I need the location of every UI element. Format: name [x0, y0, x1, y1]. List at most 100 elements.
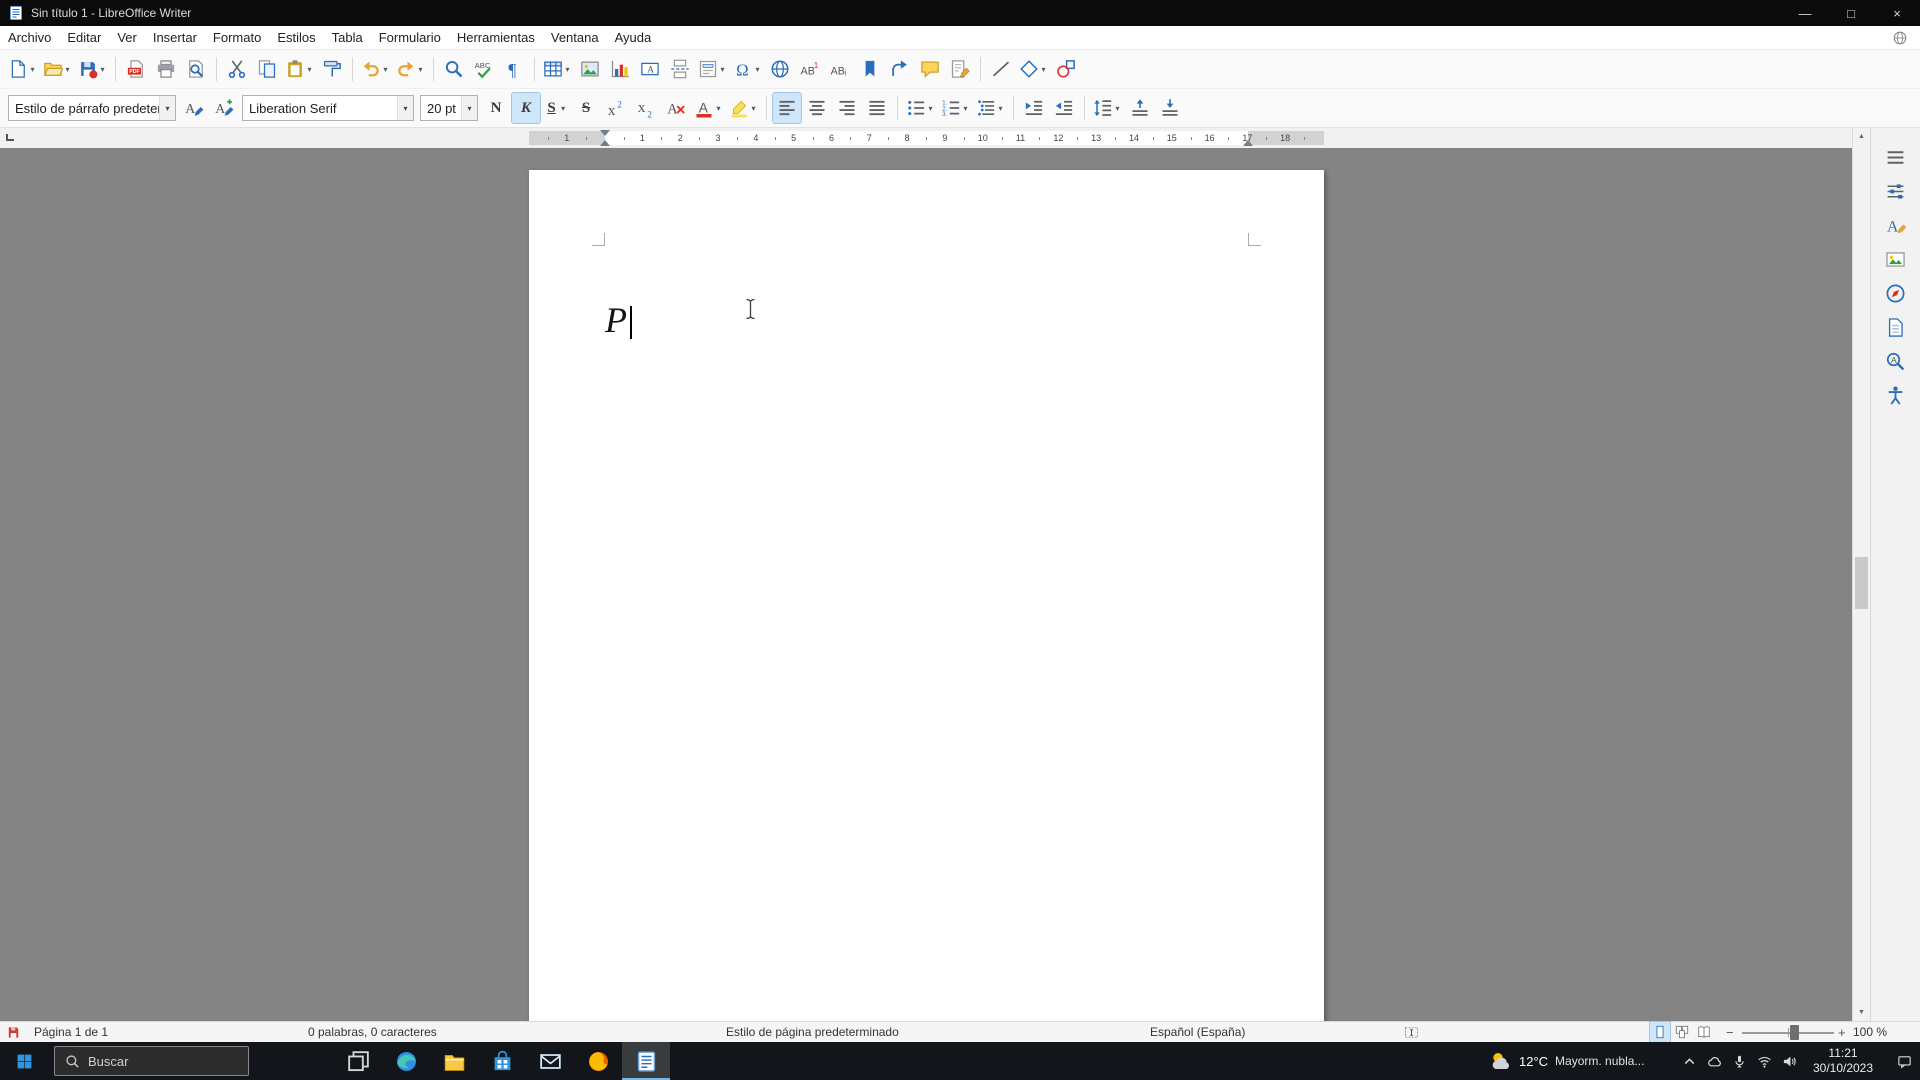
menu-tabla[interactable]: Tabla	[324, 26, 371, 49]
chevron-down-icon[interactable]: ▾	[961, 104, 970, 113]
chevron-down-icon[interactable]: ▾	[753, 65, 762, 74]
underline-button[interactable]: S ▾	[542, 93, 570, 123]
chevron-down-icon[interactable]: ▾	[63, 65, 72, 74]
volume-tray-icon[interactable]	[1778, 1042, 1800, 1080]
store-taskbar-button[interactable]	[478, 1042, 526, 1080]
paragraph-style-combo[interactable]: Estilo de párrafo predeterminado▾	[8, 95, 176, 121]
menu-formato[interactable]: Formato	[205, 26, 269, 49]
clear-formatting-button[interactable]: A	[662, 93, 690, 123]
update-style-button[interactable]: A	[180, 93, 208, 123]
font-size-combo[interactable]: 20 pt ▾	[420, 95, 478, 121]
document-page[interactable]: P	[529, 170, 1324, 1021]
chevron-down-icon[interactable]: ▾	[305, 65, 314, 74]
endnote-button[interactable]: AB i	[826, 54, 854, 84]
edge-taskbar-button[interactable]	[382, 1042, 430, 1080]
horizontal-ruler[interactable]: 1 1 2 3 4 5 6 7 8 9 10 11 12 13 14 15 16 17 18	[0, 128, 1852, 148]
chevron-down-icon[interactable]: ▾	[28, 65, 37, 74]
formatting-marks-button[interactable]: ¶	[500, 54, 528, 84]
subscript-button[interactable]: x2	[632, 93, 660, 123]
insert-field-button[interactable]: ▾	[696, 54, 729, 84]
ordered-list-button[interactable]: 1. 2. 3. ▾	[939, 93, 972, 123]
track-changes-button[interactable]	[946, 54, 974, 84]
export-pdf-button[interactable]: PDF	[122, 54, 150, 84]
properties-deck-tab[interactable]	[1871, 174, 1920, 208]
comment-button[interactable]	[916, 54, 944, 84]
menu-insertar[interactable]: Insertar	[145, 26, 205, 49]
chevron-down-icon[interactable]: ▾	[159, 96, 175, 120]
increase-indent-button[interactable]	[1020, 93, 1048, 123]
chevron-down-icon[interactable]: ▾	[714, 104, 723, 113]
scroll-up-arrow[interactable]: ▲	[1853, 128, 1870, 145]
footnote-button[interactable]: AB 1	[796, 54, 824, 84]
firefox-taskbar-button[interactable]	[574, 1042, 622, 1080]
outline-format-button[interactable]: ▾	[974, 93, 1007, 123]
cross-reference-button[interactable]	[886, 54, 914, 84]
align-justify-button[interactable]	[863, 93, 891, 123]
italic-button[interactable]: K	[511, 92, 541, 124]
save-button[interactable]: ▾	[76, 54, 109, 84]
insert-image-button[interactable]	[576, 54, 604, 84]
mail-taskbar-button[interactable]	[526, 1042, 574, 1080]
chevron-down-icon[interactable]: ▾	[461, 96, 477, 120]
chevron-down-icon[interactable]: ▾	[749, 104, 758, 113]
document-area[interactable]: P	[0, 148, 1852, 1021]
navigator-deck-tab[interactable]	[1871, 276, 1920, 310]
page-deck-tab[interactable]	[1871, 310, 1920, 344]
sidebar-settings-button[interactable]	[1871, 140, 1920, 174]
page-count-status[interactable]: Página 1 de 1	[34, 1022, 108, 1042]
weather-widget[interactable]: 12°C Mayorm. nubla...	[1490, 1042, 1644, 1080]
align-left-button[interactable]	[772, 92, 802, 124]
clone-formatting-button[interactable]	[318, 54, 346, 84]
zoom-slider[interactable]	[1742, 1022, 1834, 1042]
cut-button[interactable]	[223, 54, 251, 84]
save-status-icon[interactable]	[6, 1022, 21, 1042]
accessibility-check-deck-tab[interactable]	[1871, 378, 1920, 412]
zoom-in-button[interactable]: +	[1838, 1022, 1846, 1042]
chevron-down-icon[interactable]: ▾	[996, 104, 1005, 113]
vertical-scrollbar[interactable]: ▲ ▼	[1852, 128, 1870, 1021]
menu-ventana[interactable]: Ventana	[543, 26, 607, 49]
bold-button[interactable]: N	[482, 93, 510, 123]
menu-herramientas[interactable]: Herramientas	[449, 26, 543, 49]
font-color-button[interactable]: A ▾	[692, 93, 725, 123]
chevron-down-icon[interactable]: ▾	[718, 65, 727, 74]
chevron-down-icon[interactable]: ▾	[926, 104, 935, 113]
menu-ver[interactable]: Ver	[109, 26, 145, 49]
word-count-status[interactable]: 0 palabras, 0 caracteres	[308, 1022, 437, 1042]
chevron-down-icon[interactable]: ▾	[416, 65, 425, 74]
tray-expand-button[interactable]	[1678, 1042, 1700, 1080]
minimize-button[interactable]: —	[1782, 0, 1828, 26]
scrollbar-thumb[interactable]	[1855, 557, 1868, 609]
menu-archivo[interactable]: Archivo	[0, 26, 59, 49]
paste-button[interactable]: ▾	[283, 54, 316, 84]
microphone-tray-icon[interactable]	[1728, 1042, 1750, 1080]
writer-taskbar-button[interactable]	[622, 1042, 670, 1080]
line-spacing-button[interactable]: ▾	[1091, 93, 1124, 123]
unordered-list-button[interactable]: ▾	[904, 93, 937, 123]
decrease-paragraph-spacing-button[interactable]	[1156, 93, 1184, 123]
print-preview-button[interactable]	[182, 54, 210, 84]
chevron-down-icon[interactable]: ▾	[381, 65, 390, 74]
task-view-button[interactable]	[334, 1042, 382, 1080]
new-style-button[interactable]: A	[210, 93, 238, 123]
onedrive-tray-icon[interactable]	[1703, 1042, 1725, 1080]
zoom-slider-thumb[interactable]	[1789, 1025, 1799, 1040]
align-right-button[interactable]	[833, 93, 861, 123]
scroll-down-arrow[interactable]: ▼	[1853, 1004, 1870, 1021]
chevron-down-icon[interactable]: ▾	[98, 65, 107, 74]
hyperlink-button[interactable]	[766, 54, 794, 84]
menu-formulario[interactable]: Formulario	[371, 26, 449, 49]
close-button[interactable]: ×	[1874, 0, 1920, 26]
menu-estilos[interactable]: Estilos	[269, 26, 323, 49]
selection-mode-icon[interactable]	[1404, 1022, 1419, 1042]
undo-button[interactable]: ▾	[359, 54, 392, 84]
superscript-button[interactable]: x2	[602, 93, 630, 123]
menu-editar[interactable]: Editar	[59, 26, 109, 49]
chevron-down-icon[interactable]: ▾	[563, 65, 572, 74]
increase-paragraph-spacing-button[interactable]	[1126, 93, 1154, 123]
zoom-level-status[interactable]: 100 %	[1853, 1022, 1887, 1042]
chevron-down-icon[interactable]: ▾	[397, 96, 413, 120]
tab-stop-selector[interactable]	[2, 130, 17, 145]
clock-widget[interactable]: 11:21 30/10/2023	[1800, 1042, 1886, 1080]
gallery-deck-tab[interactable]	[1871, 242, 1920, 276]
